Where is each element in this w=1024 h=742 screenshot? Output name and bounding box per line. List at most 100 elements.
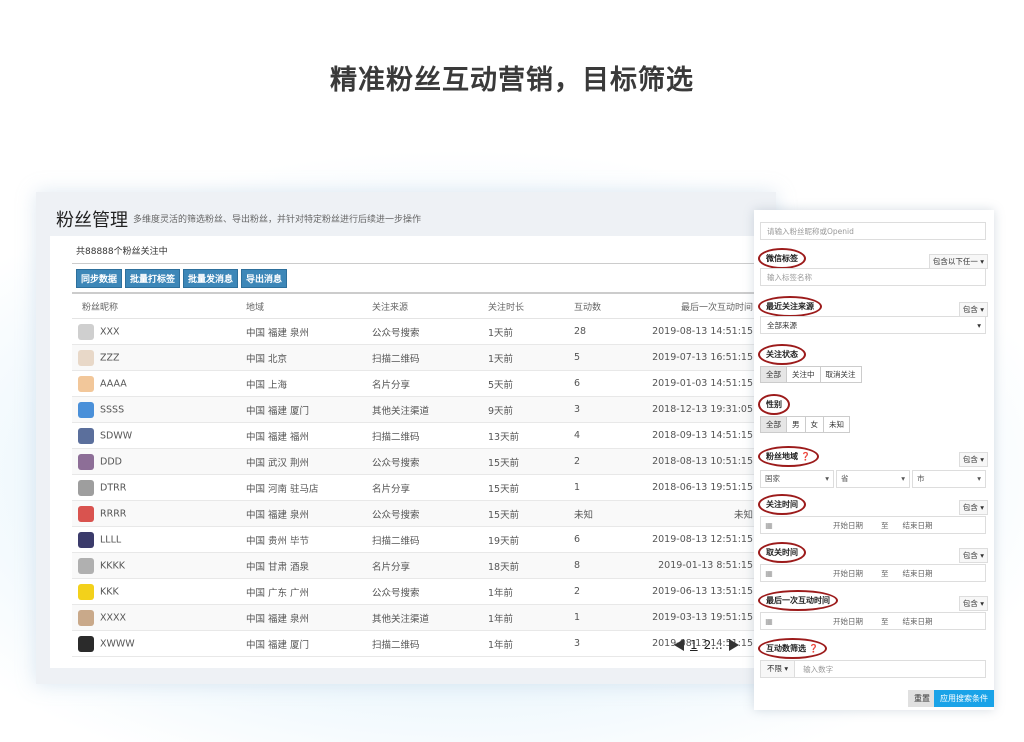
wechat-tag-mode-select[interactable]: 包含以下任一 ▾ (928, 254, 988, 269)
table-row[interactable]: XXX 中国 福建 泉州 公众号搜索 1天前 28 2019-08-13 14:51:15 (72, 318, 754, 345)
fan-nickname[interactable]: XXX (100, 326, 120, 337)
table-row[interactable]: AAAA 中国 上海 名片分享 5天前 6 2019-01-03 14:51:15 (72, 370, 754, 397)
header-interact-count: 互动数 (573, 294, 651, 319)
table-row[interactable]: KKK 中国 广东 广州 公众号搜索 1年前 2 2019-06-13 13:51:15 (72, 578, 754, 605)
source-cell: 扫描二维码 (371, 344, 487, 371)
fan-nickname[interactable]: LLLL (100, 534, 121, 545)
gender-male[interactable]: 男 (786, 416, 806, 433)
apply-search-button[interactable]: 应用搜索条件 (934, 690, 994, 707)
nickname-cell: SSSS (72, 396, 245, 423)
table-row[interactable]: ZZZ 中国 北京 扫描二维码 1天前 5 2019-07-13 16:51:15 (72, 344, 754, 371)
table-row[interactable]: DDD 中国 武汉 荆州 公众号搜索 15天前 2 2018-08-13 10:51:15 (72, 448, 754, 475)
follow-status-following[interactable]: 关注中 (786, 366, 821, 383)
region-cell: 中国 福建 泉州 (245, 604, 371, 631)
table-row[interactable]: XWWW 中国 福建 厦门 扫描二维码 1年前 3 2019-08-13 14:51:15 (72, 630, 754, 657)
nickname-cell: AAAA (72, 370, 245, 397)
fan-list-card: 共88888个粉丝关注中 同步数据 批量打标签 批量发消息 导出消息 粉丝昵称 … (50, 236, 754, 668)
start-date-field[interactable]: 开始日期 (833, 568, 863, 579)
fan-nickname[interactable]: DDD (100, 456, 122, 467)
fan-nickname[interactable]: XXXX (100, 612, 126, 623)
duration-cell: 15天前 (487, 474, 573, 501)
next-page-icon[interactable] (728, 639, 739, 651)
country-select[interactable]: 国家 ▾ (760, 470, 834, 488)
province-select[interactable]: 省 ▾ (836, 470, 910, 488)
recent-source-select[interactable]: 全部来源 ▾ (760, 316, 986, 334)
fan-nickname[interactable]: KKKK (100, 560, 125, 571)
batch-message-button[interactable]: 批量发消息 (183, 269, 239, 288)
fan-nickname[interactable]: SDWW (100, 430, 132, 441)
region-cell: 中国 福建 厦门 (245, 396, 371, 423)
last-interaction-mode-select[interactable]: 包含 ▾ (958, 596, 988, 611)
start-date-field[interactable]: 开始日期 (833, 616, 863, 627)
table-row[interactable]: RRRR 中国 福建 泉州 公众号搜索 15天前 未知 未知 (72, 500, 754, 527)
interact-count-cell: 1 (573, 474, 651, 501)
source-cell: 扫描二维码 (371, 422, 487, 449)
table-row[interactable]: SDWW 中国 福建 福州 扫描二维码 13天前 4 2018-09-13 14:51:1… (72, 422, 754, 449)
table-row[interactable]: SSSS 中国 福建 厦门 其他关注渠道 9天前 3 2018-12-13 19:31:0… (72, 396, 754, 423)
fan-nickname[interactable]: ZZZ (100, 352, 120, 363)
fan-nickname[interactable]: DTRR (100, 482, 126, 493)
last-interaction-range[interactable]: ▦ 开始日期 至 结束日期 (760, 612, 986, 630)
sync-data-button[interactable]: 同步数据 (76, 269, 123, 288)
start-date-field[interactable]: 开始日期 (833, 520, 863, 531)
follow-time-mode-select[interactable]: 包含 ▾ (958, 500, 988, 515)
end-date-field[interactable]: 结束日期 (903, 616, 933, 627)
fan-nickname[interactable]: RRRR (100, 508, 126, 519)
prev-page-icon[interactable] (674, 639, 684, 651)
fan-nickname[interactable]: AAAA (100, 378, 127, 389)
follow-status-unfollowed[interactable]: 取消关注 (819, 366, 862, 383)
nickname-cell: XXXX (72, 604, 245, 631)
header-source: 关注来源 (371, 294, 487, 319)
table-row[interactable]: KKKK 中国 甘肃 酒泉 名片分享 18天前 8 2019-01-13 8:51:15 (72, 552, 754, 579)
avatar (78, 479, 94, 496)
table-row[interactable]: XXXX 中国 福建 泉州 其他关注渠道 1年前 1 2019-03-13 19:51:1… (72, 604, 754, 631)
wechat-tag-input[interactable]: 输入标签名称 (760, 268, 986, 286)
fan-table: 粉丝昵称 地域 关注来源 关注时长 互动数 最后一次互动时间 XXX 中国 福建 … (72, 294, 754, 657)
region-mode-select[interactable]: 包含 ▾ (958, 452, 988, 467)
fan-search-input[interactable]: 请输入粉丝昵称或Openid (760, 222, 986, 240)
table-row[interactable]: DTRR 中国 河南 驻马店 名片分享 15天前 1 2018-06-13 19:51:1… (72, 474, 754, 501)
interaction-count-mode-select[interactable]: 不限 ▾ (761, 661, 796, 677)
reset-button[interactable]: 重置 (908, 690, 936, 707)
last-interaction-cell: 未知 (651, 500, 754, 527)
chevron-down-icon: ▾ (901, 474, 905, 483)
page-1-link[interactable]: 1 (690, 638, 698, 652)
chevron-down-icon: ▾ (977, 474, 981, 483)
avatar (78, 635, 94, 652)
region-cell: 中国 武汉 荆州 (245, 448, 371, 475)
unfollow-time-mode-select[interactable]: 包含 ▾ (958, 548, 988, 563)
end-date-field[interactable]: 结束日期 (903, 520, 933, 531)
gender-female[interactable]: 女 (804, 416, 824, 433)
interaction-count-input[interactable]: 输入数字 (803, 664, 833, 675)
region-cell: 中国 福建 泉州 (245, 318, 371, 345)
duration-cell: 1年前 (487, 604, 573, 631)
province-value: 省 (841, 474, 849, 483)
region-cell: 中国 贵州 毕节 (245, 526, 371, 553)
gender-unknown[interactable]: 未知 (823, 416, 850, 433)
export-message-button[interactable]: 导出消息 (241, 269, 288, 288)
page-title: 粉丝管理 (56, 210, 128, 231)
fan-region-label-text: 粉丝地域 (766, 452, 798, 461)
fan-nickname[interactable]: XWWW (100, 638, 135, 649)
page-2-link[interactable]: 2... (704, 638, 723, 652)
batch-tag-button[interactable]: 批量打标签 (125, 269, 181, 288)
table-row[interactable]: LLLL 中国 贵州 毕节 扫描二维码 19天前 6 2019-08-13 12:51:1… (72, 526, 754, 553)
gender-all[interactable]: 全部 (760, 416, 787, 433)
duration-cell: 1天前 (487, 344, 573, 371)
interact-count-cell: 5 (573, 344, 651, 371)
fan-region-label: 粉丝地域 ❓ (758, 446, 819, 467)
fan-nickname[interactable]: KKK (100, 586, 119, 597)
follow-status-all[interactable]: 全部 (760, 366, 787, 383)
avatar (78, 349, 94, 366)
unfollow-time-range[interactable]: ▦ 开始日期 至 结束日期 (760, 564, 986, 582)
source-cell: 名片分享 (371, 370, 487, 397)
end-date-field[interactable]: 结束日期 (903, 568, 933, 579)
city-select[interactable]: 市 ▾ (912, 470, 986, 488)
fan-nickname[interactable]: SSSS (100, 404, 124, 415)
avatar (78, 583, 94, 600)
interact-count-cell: 未知 (573, 500, 651, 527)
calendar-icon: ▦ (765, 616, 773, 626)
source-cell: 名片分享 (371, 552, 487, 579)
recent-source-mode-select[interactable]: 包含 ▾ (958, 302, 988, 317)
follow-time-range[interactable]: ▦ 开始日期 至 结束日期 (760, 516, 986, 534)
